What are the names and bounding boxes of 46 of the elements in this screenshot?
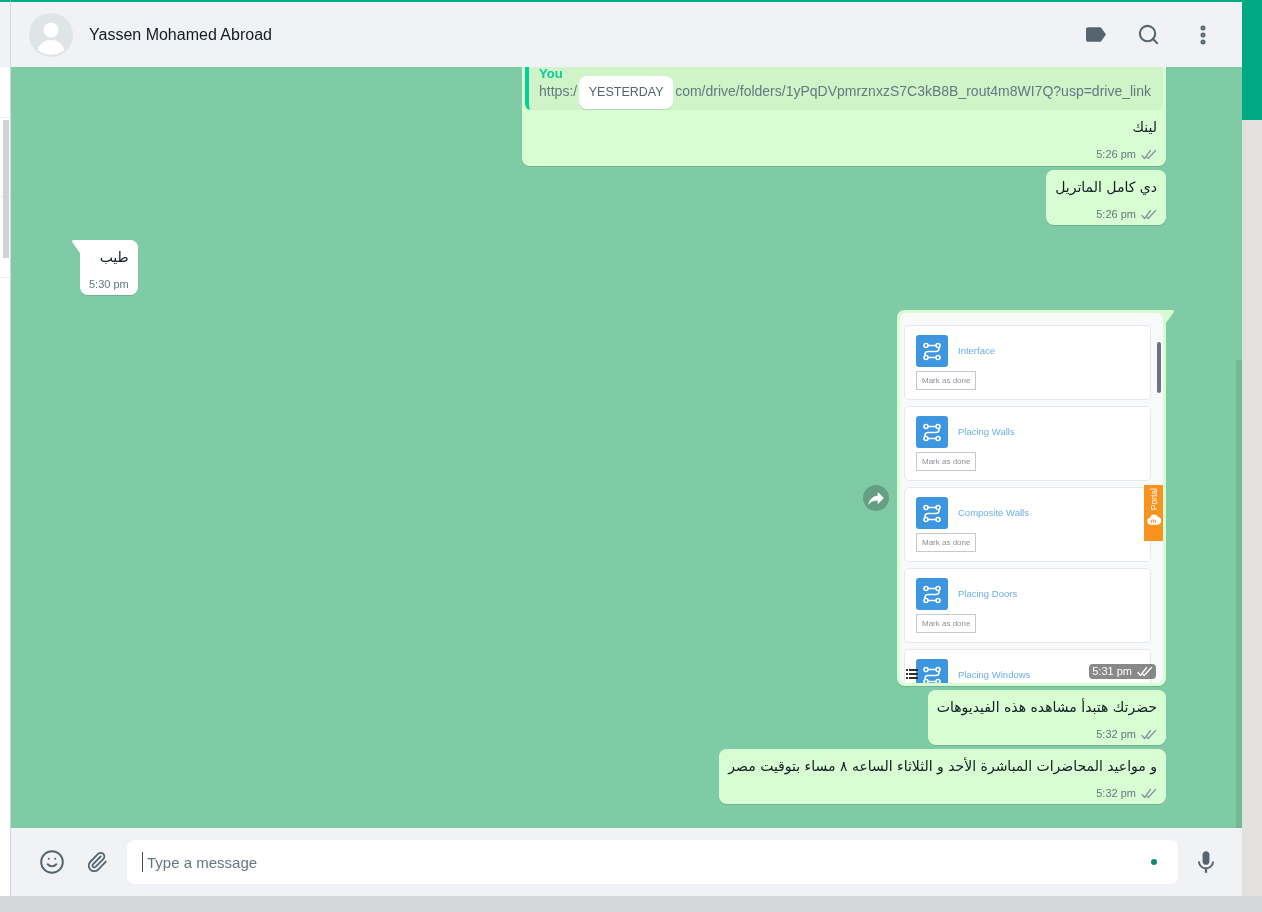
message-text: طيب bbox=[98, 248, 129, 267]
message-time: 5:26 pm bbox=[1096, 147, 1136, 162]
message-text: حضرتك هتبدأ مشاهده هذه الفيديوهات bbox=[936, 698, 1157, 717]
quoted-text: https:/ bbox=[539, 81, 578, 101]
route-icon bbox=[916, 497, 948, 529]
paperclip-icon[interactable] bbox=[86, 851, 108, 873]
route-icon bbox=[916, 659, 948, 683]
message-text: لينك bbox=[1131, 118, 1157, 137]
mark-done-button: Mark as done bbox=[916, 614, 977, 633]
cloud-icon bbox=[1146, 513, 1161, 526]
course-title: Placing Walls bbox=[958, 426, 1015, 438]
quoted-message[interactable]: You https:/ YESTERDAY com/drive/folders/1yPqDVpmrznxzS7C3kB8B_rout4m8WI7Q?usp=drive_link bbox=[525, 67, 1163, 110]
course-title: Placing Doors bbox=[958, 588, 1018, 600]
message-time: 5:32 pm bbox=[1096, 727, 1136, 742]
mark-done-button: Mark as done bbox=[916, 533, 977, 552]
message-time: 5:32 pm bbox=[1096, 786, 1136, 801]
quoted-text: com/drive/folders/1yPqDVpmrznxzS7C3kB8B_rout4m8WI7Q?usp=drive_link bbox=[675, 81, 1151, 101]
message-time: 5:26 pm bbox=[1096, 207, 1136, 222]
message-time: 5:30 pm bbox=[89, 277, 129, 292]
bubble-tail-icon bbox=[1166, 310, 1174, 323]
quote-author: You bbox=[539, 67, 563, 81]
course-title: Placing Windows bbox=[958, 669, 1031, 681]
contact-name[interactable]: Yassen Mohamed Abroad bbox=[89, 22, 272, 47]
course-title: Composite Walls bbox=[958, 507, 1029, 519]
route-icon bbox=[916, 335, 948, 367]
message-time: 5:31 pm bbox=[1092, 664, 1132, 679]
text-cursor bbox=[142, 852, 143, 872]
label-icon[interactable] bbox=[1086, 27, 1106, 42]
forward-icon bbox=[868, 491, 884, 505]
list-icon bbox=[906, 669, 918, 679]
mark-done-button: Mark as done bbox=[916, 452, 977, 471]
message-input[interactable]: Type a message bbox=[127, 840, 1178, 884]
course-title: Interface bbox=[958, 345, 995, 357]
date-chip: YESTERDAY bbox=[579, 76, 674, 109]
tab-label: Portal bbox=[1148, 488, 1159, 511]
route-icon bbox=[916, 416, 948, 448]
message-text: دي كامل الماتريل bbox=[1055, 178, 1157, 197]
image-message[interactable]: Interface Mark as done Placing Walls Mark as done Composite Walls Mark as done Placing Doors Mark as done Placing Windows Portal 5:31 pm bbox=[897, 310, 1166, 686]
mic-icon[interactable] bbox=[1198, 851, 1214, 873]
mark-done-button: Mark as done bbox=[916, 371, 977, 390]
forward-button[interactable] bbox=[863, 485, 889, 511]
emoji-icon[interactable] bbox=[39, 849, 65, 875]
scrollbar bbox=[1157, 342, 1161, 393]
search-icon[interactable] bbox=[1137, 23, 1160, 46]
route-icon bbox=[916, 578, 948, 610]
message-text: و مواعيد المحاضرات المباشرة الأحد و الثلاثاء الساعه ٨ مساء بتوقيت مصر bbox=[728, 757, 1157, 776]
